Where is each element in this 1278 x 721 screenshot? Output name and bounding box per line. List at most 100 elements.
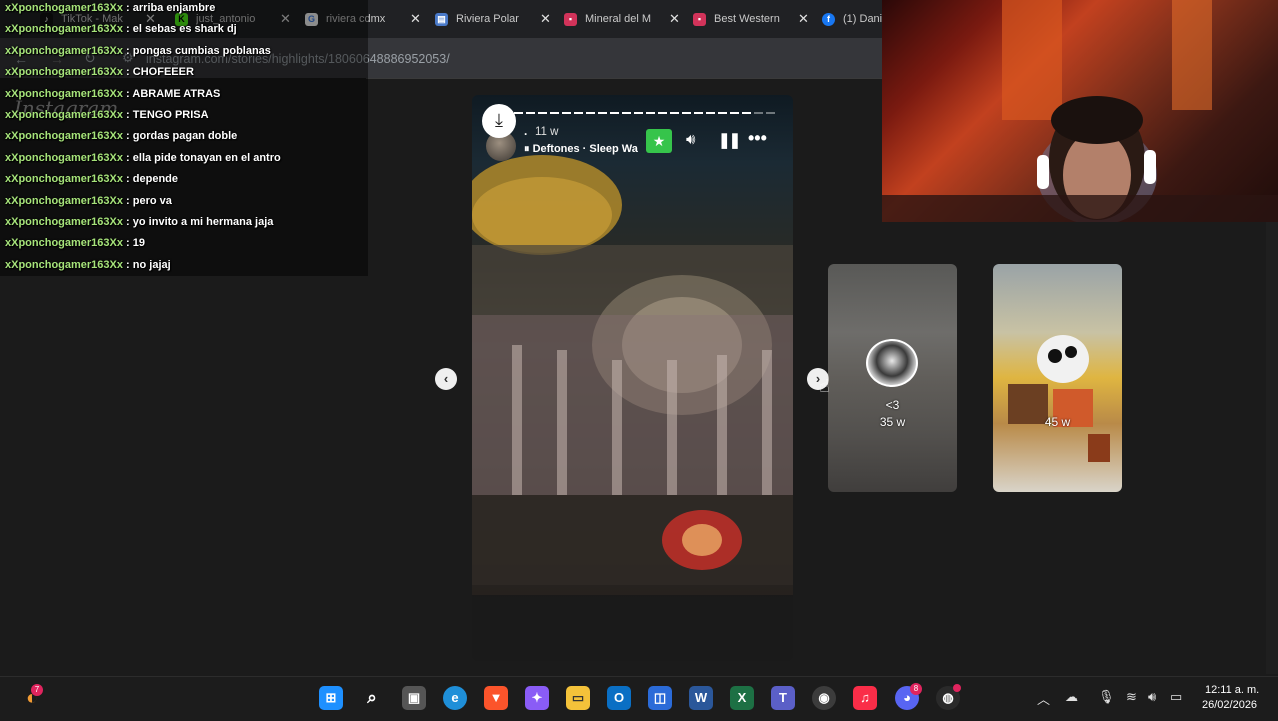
tab-best-western[interactable]: ▪ Best Western ✕	[693, 8, 809, 30]
story-progress-segment	[526, 112, 535, 114]
chat-message: xXponchogamer163Xx : arriba enjambre	[5, 2, 215, 14]
teams-icon[interactable]: T	[771, 686, 795, 710]
excel-icon[interactable]: X	[730, 686, 754, 710]
battery-icon[interactable]: ▭	[1170, 689, 1182, 705]
tab-title: Riviera Polar	[456, 13, 519, 25]
thumbnail-name: <3	[885, 398, 900, 412]
chat-text: yo invito a mi hermana jaja	[132, 216, 274, 228]
thumbnail-avatar	[866, 339, 918, 387]
chat-text: ABRAME ATRAS	[132, 87, 221, 100]
booking-icon: ▪	[693, 12, 706, 26]
previous-story-button[interactable]: ‹	[435, 368, 457, 390]
notification-badge: 7	[31, 684, 43, 696]
chat-separator: :	[123, 2, 133, 14]
close-icon[interactable]: ✕	[410, 11, 421, 27]
clock-date[interactable]: 26/02/2026	[1202, 699, 1257, 711]
chat-message: xXponchogamer163Xx : yo invito a mi herm…	[5, 216, 273, 228]
tab-mineral[interactable]: ▪ Mineral del M ✕	[564, 8, 680, 30]
story-progress-segment	[634, 112, 643, 114]
clock-time[interactable]: 12:11 a. m.	[1205, 684, 1259, 696]
chat-message: xXponchogamer163Xx : depende	[5, 173, 178, 185]
discord-notification-badge: 8	[910, 683, 922, 695]
chat-username: xXponchogamer163Xx	[5, 151, 123, 164]
task-view-icon[interactable]: ▣	[402, 686, 426, 710]
brave-icon[interactable]: ▼	[484, 686, 508, 710]
story-music-label[interactable]: ⏸︎ Deftones · Sleep Wa	[524, 143, 638, 156]
chat-separator: :	[123, 194, 133, 207]
chat-text: depende	[132, 173, 179, 186]
word-icon[interactable]: W	[689, 686, 713, 710]
show-hidden-icons-icon[interactable]: ︿	[1037, 689, 1050, 708]
page-scrollbar[interactable]	[1266, 222, 1278, 674]
chat-message: xXponchogamer163Xx : ella pide tonayan e…	[5, 152, 281, 164]
page-divider	[366, 78, 882, 79]
chat-text: arriba enjambre	[132, 2, 216, 14]
story-username[interactable]: .	[524, 124, 527, 138]
chat-message: xXponchogamer163Xx : TENGO PRISA	[5, 109, 209, 121]
story-music-text: Deftones · Sleep Wa	[532, 143, 638, 155]
chat-separator: :	[123, 23, 133, 36]
apple-music-icon[interactable]: ♫	[853, 686, 877, 710]
story-progress-segment	[718, 112, 727, 114]
audio-bars-icon: ⏸︎	[524, 143, 533, 155]
microsoft-store-icon[interactable]: ◫	[648, 686, 672, 710]
chat-separator: :	[123, 237, 133, 250]
chat-username: xXponchogamer163Xx	[5, 194, 123, 207]
microphone-icon[interactable]: 🎙︎	[1098, 689, 1115, 705]
chat-username: xXponchogamer163Xx	[5, 237, 123, 250]
volume-icon[interactable]: 🔊︎	[686, 131, 695, 148]
story-progress-segment	[730, 112, 739, 114]
story-progress-segment	[670, 112, 679, 114]
outlook-icon[interactable]: O	[607, 686, 631, 710]
chat-separator: :	[123, 130, 133, 143]
cloud-icon[interactable]: ☁	[1065, 689, 1078, 705]
close-icon[interactable]: ✕	[798, 11, 809, 27]
story-progress-segment	[562, 112, 571, 114]
thumbnail-time: 45 w	[1044, 415, 1071, 429]
story-viewer[interactable]: . 11 w ⏸︎ Deftones · Sleep Wa	[472, 95, 793, 661]
story-progress-segment	[514, 112, 523, 114]
chat-text: 19	[132, 237, 146, 250]
more-options-icon[interactable]: •••	[748, 128, 767, 149]
pause-icon[interactable]: ❚❚	[718, 131, 741, 149]
chat-username: xXponchogamer163Xx	[5, 2, 123, 14]
chat-username: xXponchogamer163Xx	[5, 173, 123, 186]
story-progress-segment	[538, 112, 547, 114]
volume-icon[interactable]: 🔊︎	[1148, 689, 1156, 705]
chat-username: xXponchogamer163Xx	[5, 130, 123, 143]
story-thumbnail[interactable]	[993, 264, 1122, 492]
booking-icon: ▪	[564, 12, 577, 26]
download-button[interactable]: ⤓	[482, 104, 516, 138]
tab-facebook[interactable]: f (1) Dani	[822, 8, 882, 30]
tab-hotel[interactable]: ▤ Riviera Polar ✕	[435, 8, 551, 30]
recording-dot	[953, 684, 961, 692]
story-image	[472, 155, 793, 661]
chat-message: xXponchogamer163Xx : CHOFEEER	[5, 66, 194, 78]
thumbnail-image	[1008, 335, 1110, 462]
chat-separator: :	[123, 216, 133, 228]
file-explorer-icon[interactable]: ▭	[566, 686, 590, 710]
chat-text: el sebas es shark dj	[132, 23, 237, 36]
story-progress-segment	[742, 112, 751, 114]
edge-icon[interactable]: e	[443, 686, 467, 710]
copilot-icon[interactable]: ✦	[525, 686, 549, 710]
chat-text: pongas cumbias poblanas	[132, 44, 271, 57]
wifi-icon[interactable]: ≋	[1126, 689, 1137, 705]
search-icon[interactable]: ⌕	[360, 686, 384, 710]
story-progress-segment	[586, 112, 595, 114]
story-progress-segment	[598, 112, 607, 114]
story-progress-segment	[754, 112, 763, 114]
close-icon[interactable]: ✕	[669, 11, 680, 27]
story-progress-segment	[766, 112, 775, 114]
chat-message: xXponchogamer163Xx : ABRAME ATRAS	[5, 88, 220, 100]
chrome-icon[interactable]: ◉	[812, 686, 836, 710]
close-icon[interactable]: ✕	[540, 11, 551, 27]
thumbnail-time: 35 w	[879, 415, 906, 429]
chat-username: xXponchogamer163Xx	[5, 258, 123, 271]
chat-separator: :	[123, 258, 133, 271]
webcam-overlay	[882, 0, 1278, 222]
chat-message: xXponchogamer163Xx : pongas cumbias pobl…	[5, 45, 271, 57]
story-progress-segment	[610, 112, 619, 114]
chat-username: xXponchogamer163Xx	[5, 66, 123, 79]
windows-start-icon[interactable]: ⊞	[319, 686, 343, 710]
